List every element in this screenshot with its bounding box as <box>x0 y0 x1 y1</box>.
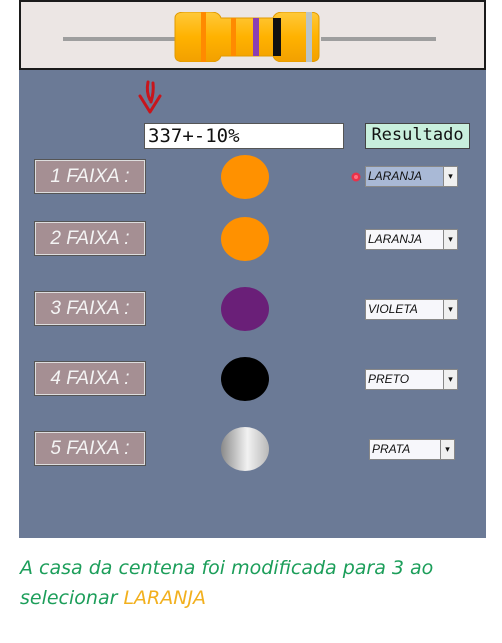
resistor-band-1 <box>201 12 206 62</box>
down-arrow-icon <box>138 80 162 114</box>
band-4-select[interactable]: PRETO ▾ <box>365 369 458 390</box>
band-3-button[interactable]: 3 FAIXA : <box>34 291 146 326</box>
red-dot-icon <box>351 172 361 182</box>
caption-highlight: LARANJA <box>123 587 207 609</box>
resistor-header <box>19 0 486 70</box>
band-5-select-value: PRATA <box>372 442 411 456</box>
band-1-color-circle <box>221 155 269 199</box>
band-4-color-circle <box>221 357 269 401</box>
band-2-select-value: LARANJA <box>368 232 423 246</box>
band-2-button[interactable]: 2 FAIXA : <box>34 221 146 256</box>
resultado-button[interactable]: Resultado <box>365 123 470 149</box>
chevron-down-icon: ▾ <box>443 300 457 319</box>
resistor-band-3 <box>253 18 259 56</box>
resistor-band-5 <box>306 12 312 62</box>
resistor-image <box>174 12 320 62</box>
band-5-color-circle <box>221 427 269 471</box>
band-5-select[interactable]: PRATA ▾ <box>369 439 455 460</box>
resistor-band-2 <box>231 18 236 56</box>
band-4-select-value: PRETO <box>368 372 410 386</box>
band-2-color-circle <box>221 217 269 261</box>
band-3-select-value: VIOLETA <box>368 302 418 316</box>
band-3-color-circle <box>221 287 269 331</box>
caption: A casa da centena foi modificada para 3 … <box>20 553 490 613</box>
chevron-down-icon: ▾ <box>443 230 457 249</box>
chevron-down-icon: ▾ <box>443 370 457 389</box>
resistor-lead-left <box>63 37 183 41</box>
resistor-band-4 <box>273 18 281 56</box>
band-3-select[interactable]: VIOLETA ▾ <box>365 299 458 320</box>
caption-text: A casa da centena foi modificada para 3 … <box>20 557 434 609</box>
band-4-button[interactable]: 4 FAIXA : <box>34 361 146 396</box>
chevron-down-icon: ▾ <box>440 440 454 459</box>
chevron-down-icon: ▾ <box>443 167 457 186</box>
band-1-button[interactable]: 1 FAIXA : <box>34 159 146 194</box>
resistor-lead-right <box>321 37 436 41</box>
band-2-select[interactable]: LARANJA ▾ <box>365 229 458 250</box>
band-5-button[interactable]: 5 FAIXA : <box>34 431 146 466</box>
band-1-select[interactable]: LARANJA ▾ <box>365 166 458 187</box>
band-1-select-value: LARANJA <box>368 169 423 183</box>
result-display[interactable]: 337+-10% <box>144 123 344 149</box>
